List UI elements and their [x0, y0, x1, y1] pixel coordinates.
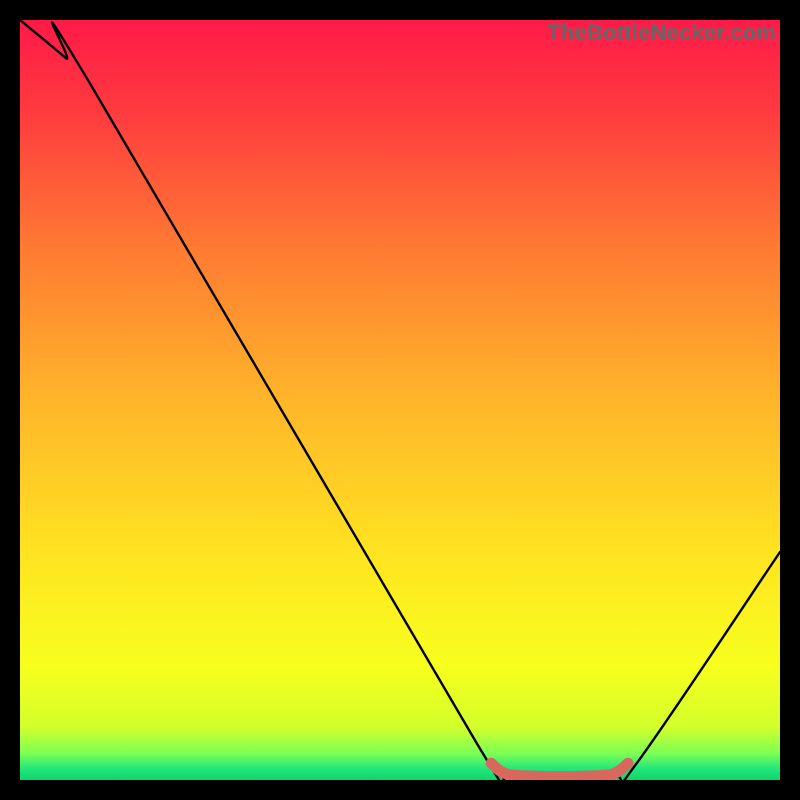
watermark-label: TheBottleNecker.com — [547, 20, 776, 46]
chart-frame: TheBottleNecker.com — [20, 20, 780, 780]
plot-background — [20, 20, 780, 780]
bottleneck-chart — [20, 20, 780, 780]
